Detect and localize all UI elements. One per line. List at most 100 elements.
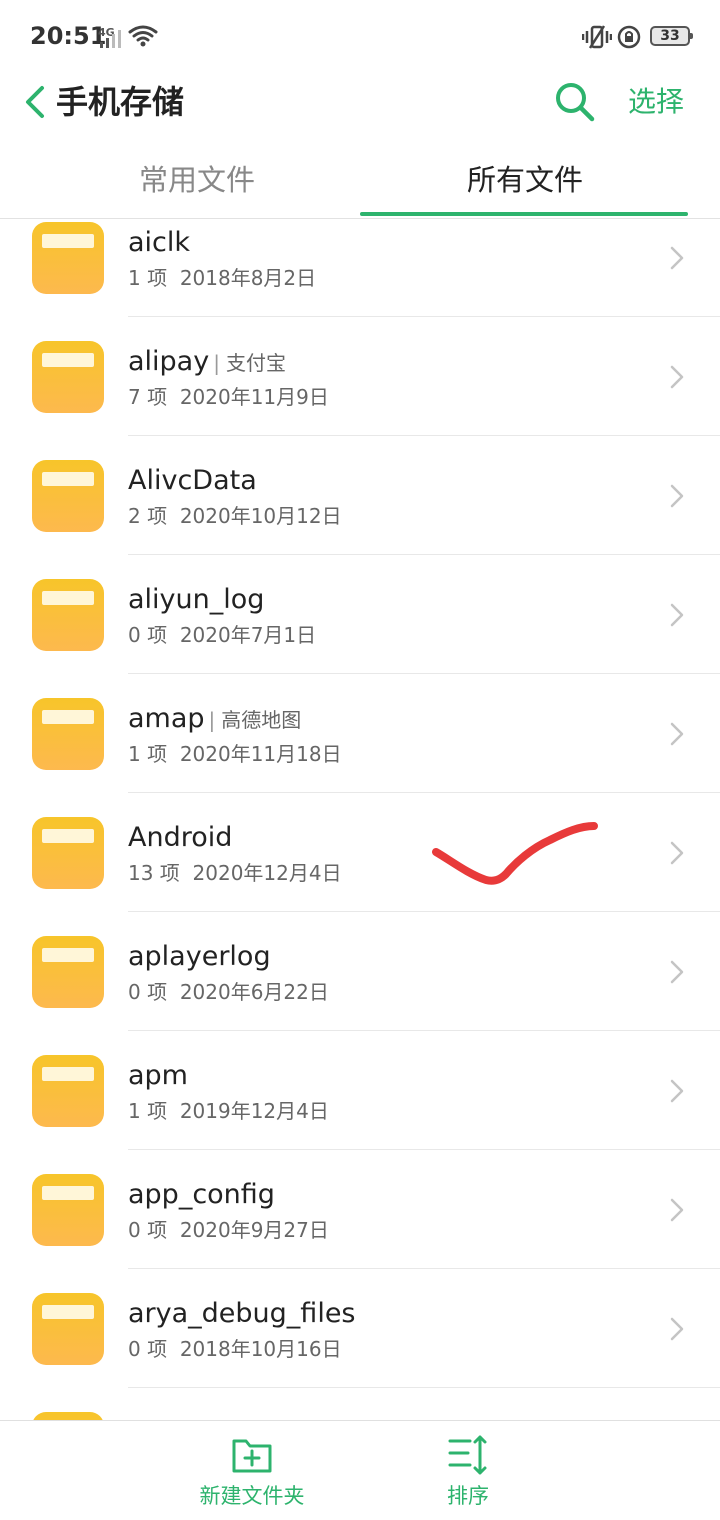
file-meta: 0 项 2018年10月16日 [128,1335,342,1363]
file-list-item[interactable]: alipay | 支付宝 7 项 2020年11月9日 [0,317,720,436]
alias-separator: | [213,351,220,375]
sort-icon [448,1435,487,1475]
file-list-item[interactable]: amap | 高德地图 1 项 2020年11月18日 [0,674,720,793]
chevron-right-icon [670,841,684,865]
meta-gap [167,504,180,528]
file-manager-screen: 20:51 4G 33 手机存储 选择 常用文件 所有文件 aiclk 1 项 … [0,0,720,1520]
folder-icon [32,1293,104,1365]
file-list[interactable]: aiclk 1 项 2018年8月2日 alipay | 支付宝 7 项 2020年11月… [0,219,720,1420]
file-name: aliyun_log [128,583,264,617]
battery-indicator: 33 [650,26,693,46]
file-meta: 2 项 2020年10月12日 [128,502,342,530]
meta-gap [167,742,180,766]
chevron-right-icon [670,603,684,627]
select-button[interactable]: 选择 [628,82,684,122]
file-name: Android [128,821,232,855]
item-count: 0 项 [128,1218,168,1242]
bottom-toolbar: 新建文件夹 排序 [0,1420,720,1520]
file-list-item[interactable]: aiclk 1 项 2018年8月2日 [0,219,720,317]
tab-all-files[interactable]: 所有文件 [360,160,690,200]
file-meta: 0 项 2020年7月1日 [128,621,316,649]
file-list-item[interactable]: app_config 0 项 2020年9月27日 [0,1150,720,1269]
folder-icon [32,1174,104,1246]
meta-gap [167,980,180,1004]
file-list-item[interactable]: apm 1 项 2019年12月4日 [0,1031,720,1150]
chevron-right-icon [670,960,684,984]
meta-gap [180,861,193,885]
meta-gap [167,1218,180,1242]
file-name: amap | 高德地图 [128,702,301,737]
modified-date: 2020年11月9日 [179,385,329,409]
folder-icon [32,460,104,532]
folder-icon [32,1055,104,1127]
file-alias: 高德地图 [221,708,302,732]
item-count: 1 项 [128,1099,168,1123]
file-list-item[interactable]: aliyun_log 0 项 2020年7月1日 [0,555,720,674]
modified-date: 2018年8月2日 [179,266,317,290]
file-name-text: amap [128,703,205,734]
modified-date: 2020年10月12日 [179,504,342,528]
folder-icon [32,698,104,770]
file-meta: 0 项 2020年9月27日 [128,1216,329,1244]
file-name-text: arya_debug_files [128,1298,356,1329]
chevron-right-icon [670,484,684,508]
item-count: 7 项 [128,385,168,409]
chevron-right-icon [670,365,684,389]
status-time: 20:51 [30,22,107,50]
file-list-item[interactable]: AlivcData 2 项 2020年10月12日 [0,436,720,555]
file-meta: 7 项 2020年11月9日 [128,383,329,411]
modified-date: 2020年11月18日 [179,742,342,766]
folder-icon [32,341,104,413]
folder-icon [32,936,104,1008]
file-meta: 13 项 2020年12月4日 [128,859,342,887]
meta-gap [167,385,180,409]
file-name-text: apm [128,1060,188,1091]
file-name: AlivcData [128,464,257,498]
wifi-icon [128,25,158,47]
vibrate-icon [582,25,612,49]
file-list-item[interactable]: aplayerlog 0 项 2020年6月22日 [0,912,720,1031]
modified-date: 2020年7月1日 [179,623,317,647]
chevron-right-icon [670,1079,684,1103]
file-meta: 0 项 2020年6月22日 [128,978,329,1006]
signal-icon [100,30,121,48]
new-folder-button[interactable]: 新建文件夹 [172,1433,332,1509]
chevron-right-icon [670,1317,684,1341]
item-count: 1 项 [128,266,168,290]
file-list-item[interactable]: Android 13 项 2020年12月4日 [0,793,720,912]
file-name-text: AlivcData [128,465,257,496]
tab-common-files[interactable]: 常用文件 [32,160,362,200]
back-arrow-icon[interactable] [20,82,50,122]
file-name-text: alipay [128,346,210,377]
file-meta: 1 项 2018年8月2日 [128,264,316,292]
item-count: 0 项 [128,623,168,647]
search-icon[interactable] [553,80,595,122]
file-name: alipay | 支付宝 [128,345,286,380]
active-tab-indicator [360,212,688,216]
file-list-item[interactable]: arya_debug_files 0 项 2018年10月16日 [0,1269,720,1388]
page-title: 手机存储 [56,83,185,121]
item-count: 1 项 [128,742,168,766]
chevron-right-icon [670,722,684,746]
rotation-lock-icon [617,25,641,49]
folder-icon [33,1412,103,1420]
status-bar: 20:51 4G 33 [0,0,720,72]
folder-icon [32,222,104,294]
file-meta: 1 项 2019年12月4日 [128,1097,329,1125]
meta-gap [167,1337,180,1361]
modified-date: 2019年12月4日 [179,1099,329,1123]
file-name-text: aiclk [128,227,191,258]
meta-gap [167,623,180,647]
tab-bar: 常用文件 所有文件 [0,150,720,219]
sort-label: 排序 [447,1484,489,1508]
modified-date: 2020年12月4日 [192,861,342,885]
item-count: 2 项 [128,504,168,528]
file-name-text: aplayerlog [128,941,271,972]
file-meta: 1 项 2020年11月18日 [128,740,342,768]
folder-icon [32,579,104,651]
file-list-item[interactable] [0,1388,720,1420]
sort-button[interactable]: 排序 [388,1433,548,1509]
alias-separator: | [208,708,216,732]
file-name: aiclk [128,226,190,260]
file-name-text: Android [128,822,233,853]
